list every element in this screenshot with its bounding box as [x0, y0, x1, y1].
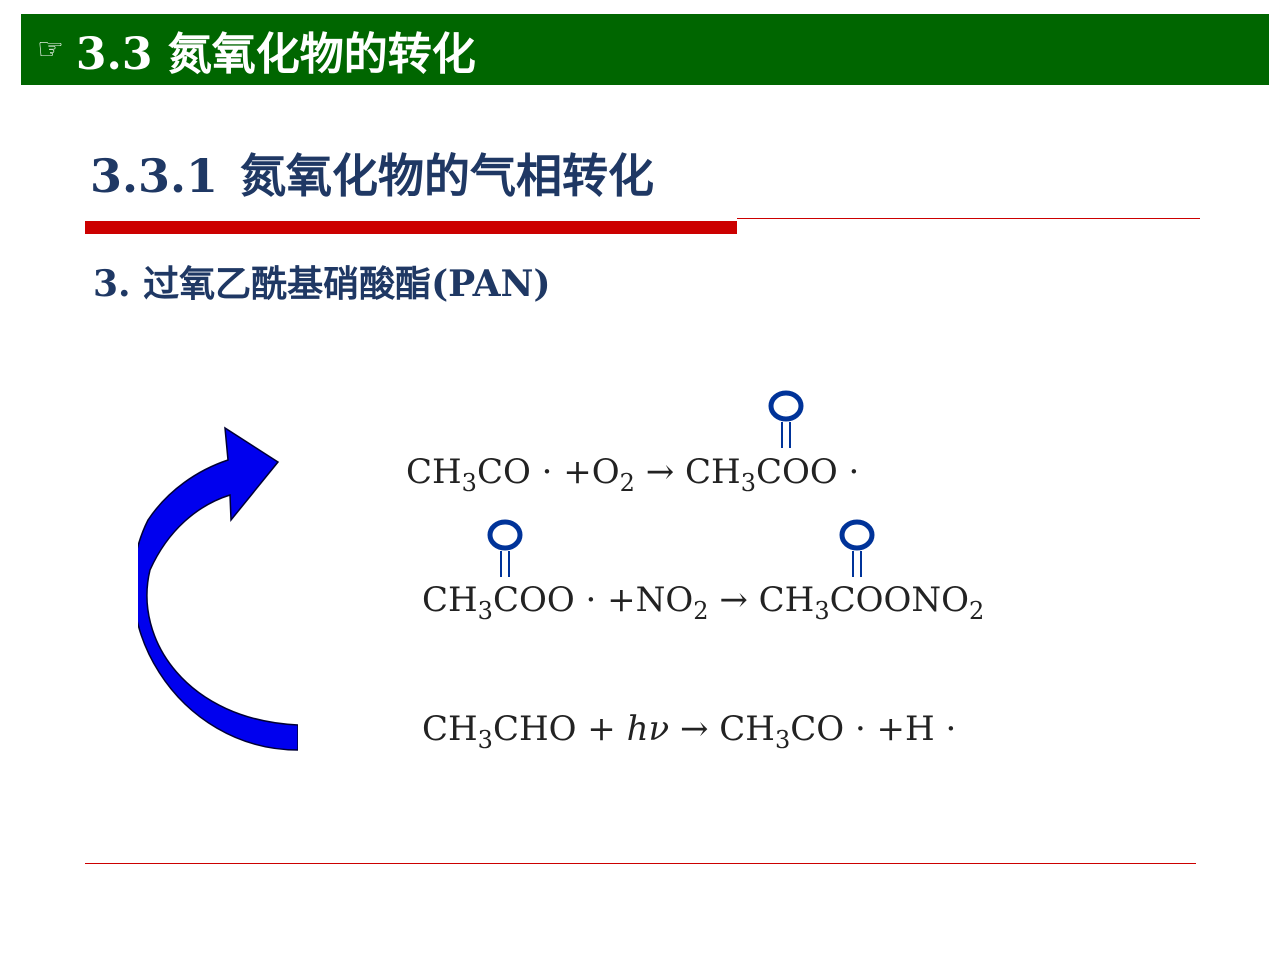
eq3-hv: hν: [626, 709, 670, 749]
eq1-sub: 3: [740, 469, 756, 497]
eq3-sub: 3: [774, 726, 791, 754]
footer-rule: [85, 863, 1196, 864]
eq3-part: CHO +: [492, 709, 627, 749]
eq2-sub: 3: [477, 597, 493, 625]
header-bar: ☞ 3.3 氮氧化物的转化: [21, 14, 1269, 85]
title-underline-thick: [85, 221, 737, 234]
eq2-part: CH: [422, 580, 478, 620]
title-underline-thin: [737, 218, 1200, 219]
eq2-part: COO · +NO: [492, 580, 694, 620]
pointing-hand-icon: ☞: [37, 31, 64, 67]
eq1-part: COO ·: [755, 452, 860, 492]
eq1-sub: 2: [619, 469, 635, 497]
carbonyl-oxygen-1: O: [768, 390, 804, 448]
eq1-part: → CH: [634, 452, 741, 492]
eq2-part: → CH: [708, 580, 815, 620]
eq1-part: CH: [406, 452, 462, 492]
eq3-part: CO · +H ·: [790, 709, 957, 749]
eq1-part: CO · +O: [476, 452, 620, 492]
equation-3: CH3CHO + hν → CH3CO · +H ·: [422, 709, 957, 752]
carbonyl-oxygen-3: [839, 519, 875, 577]
eq3-sub: 3: [477, 726, 493, 754]
eq3-part: CH: [422, 709, 478, 749]
eq2-sub: 2: [693, 597, 709, 625]
section-number: 3.3.1: [90, 149, 219, 203]
section-title: 3.3.1 氮氧化物的气相转化: [90, 140, 654, 206]
subheading-pan: 3. 过氧乙酰基硝酸酯(PAN): [93, 263, 551, 305]
eq1-sub: 3: [461, 469, 477, 497]
eq2-part: COONO: [829, 580, 969, 620]
eq2-sub: 2: [969, 597, 985, 625]
carbonyl-oxygen-2: [487, 519, 523, 577]
curved-arrow-icon: [138, 426, 298, 751]
page-title: 3.3 氮氧化物的转化: [75, 28, 476, 80]
eq3-part: → CH: [669, 709, 775, 749]
section-title-text: 氮氧化物的气相转化: [240, 149, 654, 203]
equation-1: CH3CO · +O2 → CH3COO ·: [406, 452, 860, 495]
eq2-sub: 3: [814, 597, 830, 625]
carbonyl-label: O: [786, 411, 787, 413]
equation-2: CH3COO · +NO2 → CH3COONO2: [422, 580, 984, 623]
